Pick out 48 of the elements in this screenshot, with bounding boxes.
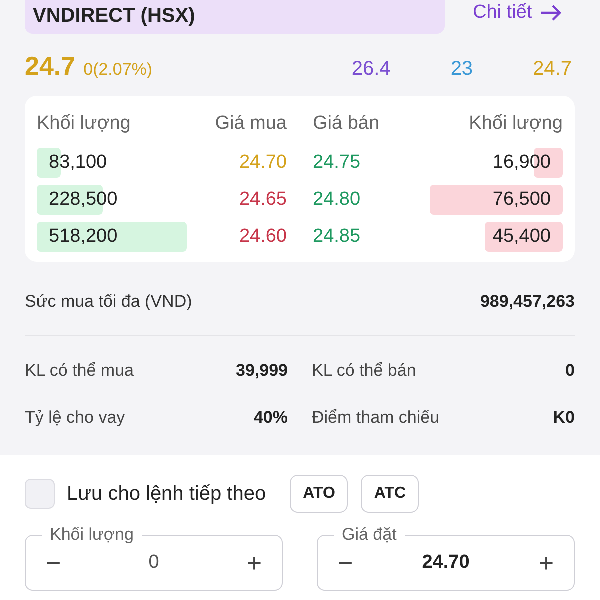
info-value: 40% — [254, 406, 288, 428]
field-value: 0 — [148, 550, 160, 575]
arrow-right-icon — [540, 5, 562, 22]
ask-price: 24.85 — [312, 224, 362, 249]
ask-volume: 76,500 — [492, 188, 552, 212]
info-label: KL có thể bán — [312, 360, 416, 382]
stepper-field[interactable]: Khối lượng − 0 + — [25, 525, 283, 591]
stepper-field[interactable]: Giá đặt − 24.70 + — [317, 525, 575, 591]
info-label: KL có thể mua — [25, 360, 134, 382]
info-label: Điểm tham chiếu — [312, 406, 440, 428]
save-checkbox-label: Lưu cho lệnh tiếp theo — [67, 482, 266, 507]
decrement-button[interactable]: − — [46, 550, 62, 576]
floor-price: 23 — [450, 57, 474, 82]
ask-volume: 16,900 — [492, 150, 552, 175]
reference-price: 24.7 — [533, 57, 572, 82]
info-value: 0 — [566, 360, 575, 382]
ceiling-price: 26.4 — [352, 57, 391, 82]
bid-price: 24.65 — [238, 188, 287, 212]
field-label: Khối lượng — [49, 525, 135, 545]
field-label: Giá đặt — [341, 525, 398, 545]
detail-link[interactable]: Chi tiết — [473, 0, 562, 28]
buying-power-label: Sức mua tối đa (VND) — [25, 290, 192, 312]
decrement-button[interactable]: − — [338, 550, 354, 576]
column-header: Giá bán — [312, 112, 381, 136]
buying-power-value: 989,457,263 — [480, 290, 575, 312]
bid-volume: 228,500 — [48, 188, 118, 212]
bid-volume: 518,200 — [48, 224, 118, 249]
order-type-button[interactable]: ATO — [290, 475, 348, 513]
increment-button[interactable]: + — [538, 550, 554, 576]
column-header: Khối lượng — [468, 112, 563, 136]
price-change: 0(2.07%) — [84, 59, 153, 81]
bid-price: 24.60 — [238, 224, 287, 249]
field-value: 24.70 — [421, 550, 471, 575]
bid-price: 24.70 — [238, 150, 287, 175]
info-label: Tỷ lệ cho vay — [25, 406, 126, 428]
last-price: 24.7 — [25, 50, 76, 83]
ask-price: 24.80 — [312, 188, 362, 212]
ask-volume: 45,400 — [492, 224, 552, 249]
stock-name: VNDIRECT (HSX) — [33, 4, 196, 29]
save-checkbox[interactable] — [25, 479, 55, 509]
column-header: Khối lượng — [37, 112, 132, 136]
info-value: 39,999 — [236, 360, 288, 382]
column-header: Giá mua — [214, 112, 287, 136]
bid-volume: 83,100 — [48, 150, 108, 175]
ask-price: 24.75 — [312, 150, 362, 175]
info-value: K0 — [553, 406, 575, 428]
order-type-button[interactable]: ATC — [361, 475, 420, 513]
increment-button[interactable]: + — [246, 550, 262, 576]
